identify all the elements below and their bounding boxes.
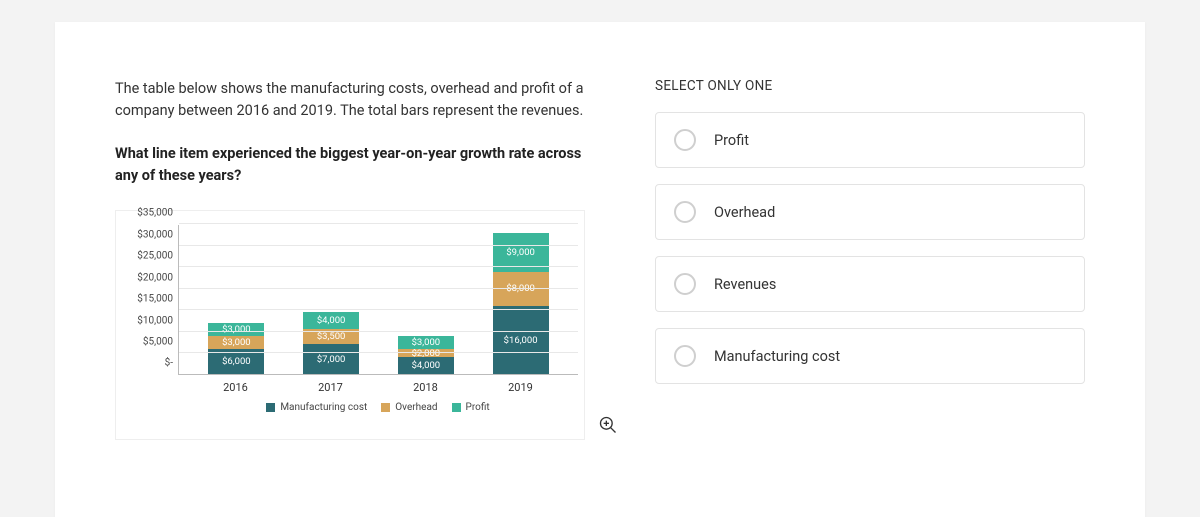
y-tick-label: $5,000 bbox=[121, 337, 173, 348]
bar-segment-ovh: $2,000 bbox=[398, 349, 454, 358]
chart-gridline bbox=[179, 309, 578, 310]
y-tick-label: $10,000 bbox=[121, 315, 173, 326]
y-tick-label: $35,000 bbox=[121, 208, 173, 219]
option-label: Overhead bbox=[714, 204, 775, 221]
bar-column: $9,000$8,000$16,000 bbox=[493, 233, 549, 374]
option-manufacturing-cost[interactable]: Manufacturing cost bbox=[655, 328, 1085, 384]
bar-segment-prf: $3,000 bbox=[398, 336, 454, 349]
chart-gridline bbox=[179, 331, 578, 332]
bar-segment-mfg: $7,000 bbox=[303, 344, 359, 374]
y-tick-label: $20,000 bbox=[121, 272, 173, 283]
bar-segment-ovh: $3,000 bbox=[208, 336, 264, 349]
stacked-bar-chart: $3,000$3,000$6,000$4,000$3,500$7,000$3,0… bbox=[115, 210, 585, 440]
legend-item-profit: Profit bbox=[452, 402, 490, 413]
chart-gridline bbox=[179, 223, 578, 224]
legend-swatch-mfg bbox=[266, 403, 275, 412]
select-only-one-label: SELECT ONLY ONE bbox=[655, 78, 1085, 94]
option-label: Profit bbox=[714, 132, 749, 149]
bar-column: $4,000$3,500$7,000 bbox=[303, 312, 359, 374]
chart-gridline bbox=[179, 266, 578, 267]
radio-icon bbox=[674, 273, 696, 295]
y-tick-label: $- bbox=[121, 358, 173, 369]
option-revenues[interactable]: Revenues bbox=[655, 256, 1085, 312]
chart-gridline bbox=[179, 245, 578, 246]
y-tick-label: $15,000 bbox=[121, 294, 173, 305]
chart-gridline bbox=[179, 288, 578, 289]
option-overhead[interactable]: Overhead bbox=[655, 184, 1085, 240]
x-axis-label: 2017 bbox=[303, 381, 359, 394]
x-axis-label: 2019 bbox=[493, 381, 549, 394]
chart-x-axis-labels: 2016 2017 2018 2019 bbox=[178, 375, 578, 394]
y-tick-label: $25,000 bbox=[121, 251, 173, 262]
bar-segment-mfg: $16,000 bbox=[493, 306, 549, 375]
radio-icon bbox=[674, 129, 696, 151]
radio-icon bbox=[674, 345, 696, 367]
chart-legend: Manufacturing cost Overhead Profit bbox=[178, 402, 578, 413]
left-column: The table below shows the manufacturing … bbox=[115, 78, 595, 517]
options-list: Profit Overhead Revenues Manufacturing cost bbox=[655, 112, 1085, 384]
intro-text: The table below shows the manufacturing … bbox=[115, 78, 585, 123]
bar-segment-ovh: $3,500 bbox=[303, 329, 359, 344]
legend-item-manufacturing: Manufacturing cost bbox=[266, 402, 367, 413]
x-axis-label: 2018 bbox=[398, 381, 454, 394]
legend-item-overhead: Overhead bbox=[381, 402, 437, 413]
bar-segment-prf: $3,000 bbox=[208, 323, 264, 336]
question-card: The table below shows the manufacturing … bbox=[55, 22, 1145, 517]
zoom-icon[interactable] bbox=[598, 415, 618, 435]
option-label: Revenues bbox=[714, 276, 776, 293]
chart-plot-area: $3,000$3,000$6,000$4,000$3,500$7,000$3,0… bbox=[178, 225, 578, 375]
legend-swatch-ovh bbox=[381, 403, 390, 412]
answer-column: SELECT ONLY ONE Profit Overhead Revenues Ma… bbox=[655, 78, 1085, 517]
chart-gridline bbox=[179, 352, 578, 353]
x-axis-label: 2016 bbox=[208, 381, 264, 394]
legend-swatch-prf bbox=[452, 403, 461, 412]
bar-segment-mfg: $4,000 bbox=[398, 357, 454, 374]
question-text: What line item experienced the biggest y… bbox=[115, 143, 585, 187]
bar-column: $3,000$2,000$4,000 bbox=[398, 336, 454, 375]
y-tick-label: $30,000 bbox=[121, 229, 173, 240]
radio-icon bbox=[674, 201, 696, 223]
bar-segment-ovh: $8,000 bbox=[493, 272, 549, 306]
option-label: Manufacturing cost bbox=[714, 348, 840, 365]
bar-segment-prf: $4,000 bbox=[303, 312, 359, 329]
option-profit[interactable]: Profit bbox=[655, 112, 1085, 168]
